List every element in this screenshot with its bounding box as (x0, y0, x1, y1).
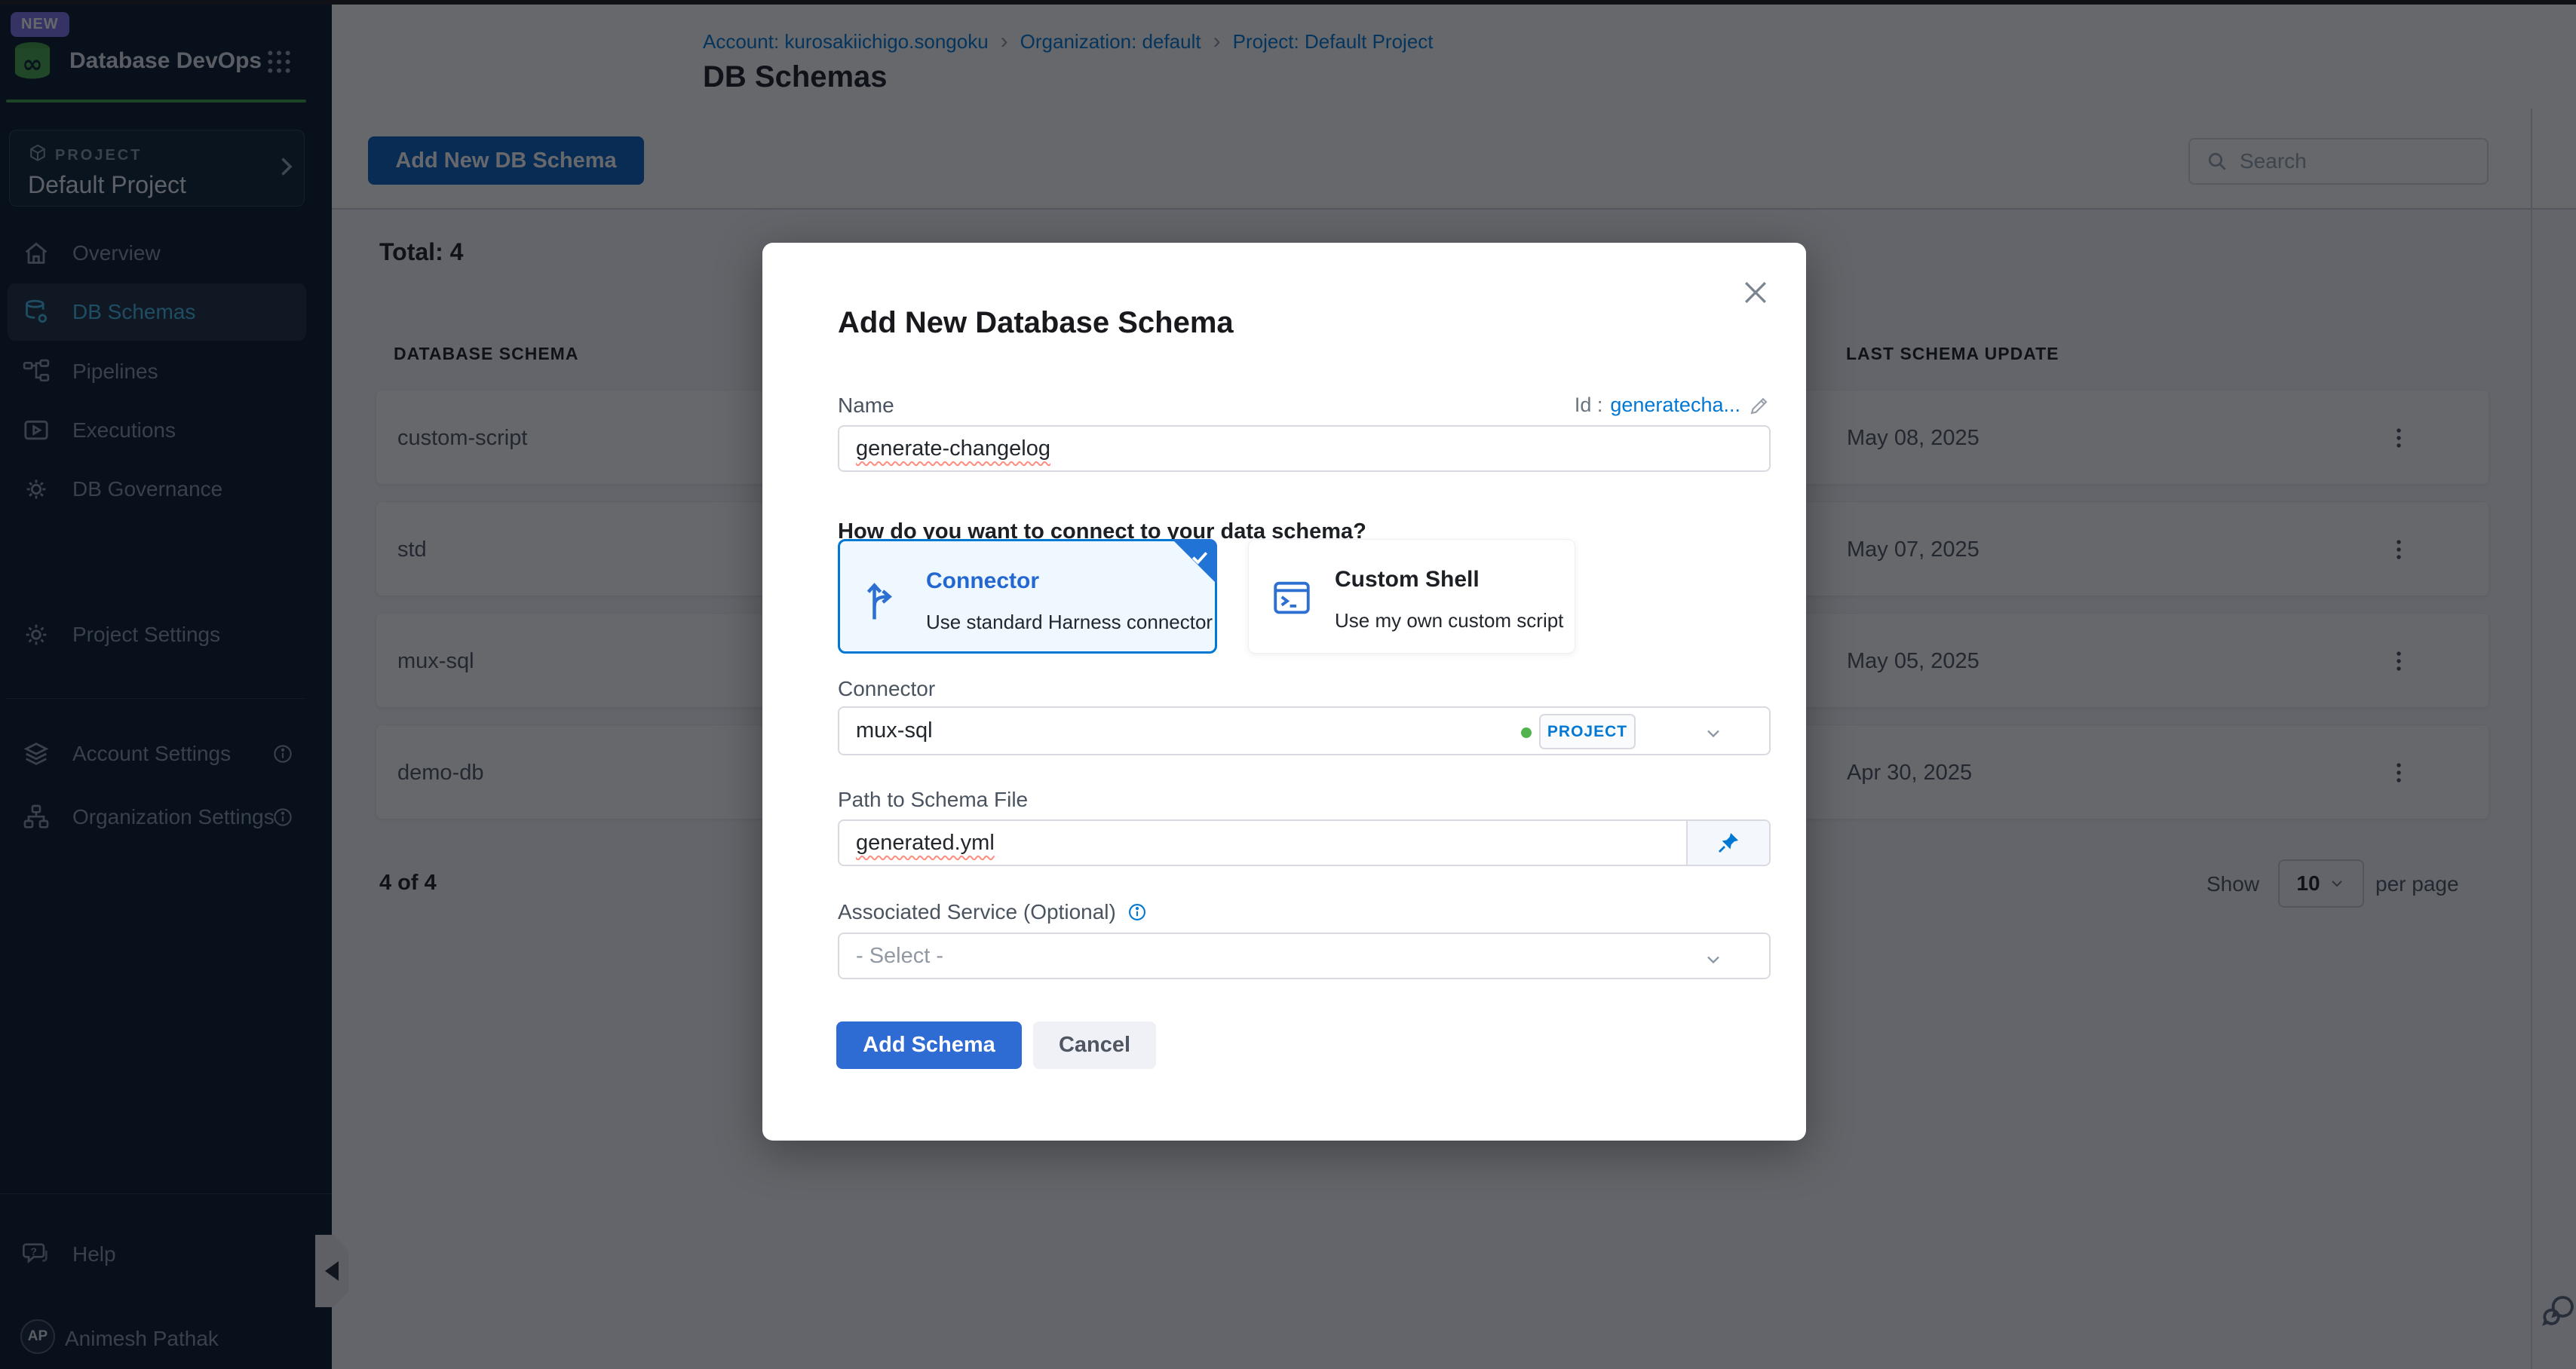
chevron-down-icon (1703, 723, 1724, 744)
id-line: Id : generatecha... (838, 394, 1771, 417)
add-schema-button[interactable]: Add Schema (836, 1021, 1022, 1069)
check-icon (1188, 546, 1211, 568)
id-prefix: Id : (1575, 394, 1603, 417)
pin-section[interactable] (1686, 821, 1769, 865)
associated-service-label: Associated Service (Optional) (838, 900, 1116, 924)
terminal-icon (1270, 576, 1314, 620)
associated-service-select[interactable]: - Select - (838, 933, 1771, 979)
option-title: Connector (926, 568, 1039, 594)
chevron-down-icon (1703, 949, 1724, 970)
service-placeholder: - Select - (856, 944, 943, 969)
connector-value: mux-sql (856, 718, 933, 743)
path-input[interactable]: generated.yml (838, 819, 1771, 866)
edit-pencil-icon[interactable] (1748, 394, 1771, 417)
connector-fork-arrows-icon (861, 573, 906, 624)
option-card-custom-shell[interactable]: Custom Shell Use my own custom script (1248, 539, 1575, 654)
id-value-link[interactable]: generatecha... (1610, 394, 1740, 417)
connector-label: Connector (838, 677, 935, 701)
option-card-connector[interactable]: Connector Use standard Harness connector (838, 539, 1217, 654)
cancel-button[interactable]: Cancel (1033, 1021, 1156, 1069)
status-dot (1521, 727, 1532, 738)
info-icon[interactable] (1127, 902, 1148, 923)
add-db-schema-modal: Add New Database Schema Name Id : genera… (762, 243, 1806, 1141)
associated-service-row: Associated Service (Optional) (838, 900, 1148, 924)
connector-select[interactable]: mux-sql PROJECT (838, 706, 1771, 755)
pin-icon (1716, 830, 1741, 856)
path-label: Path to Schema File (838, 788, 1028, 812)
option-title: Custom Shell (1335, 567, 1480, 593)
option-subtitle: Use standard Harness connector (926, 611, 1213, 634)
option-subtitle: Use my own custom script (1335, 609, 1563, 632)
name-input[interactable]: generate-changelog (838, 425, 1771, 472)
name-value: generate-changelog (856, 436, 1050, 461)
path-value: generated.yml (856, 831, 995, 856)
scope-badge: PROJECT (1539, 714, 1636, 749)
close-icon[interactable] (1739, 276, 1772, 309)
modal-title: Add New Database Schema (838, 306, 1234, 340)
